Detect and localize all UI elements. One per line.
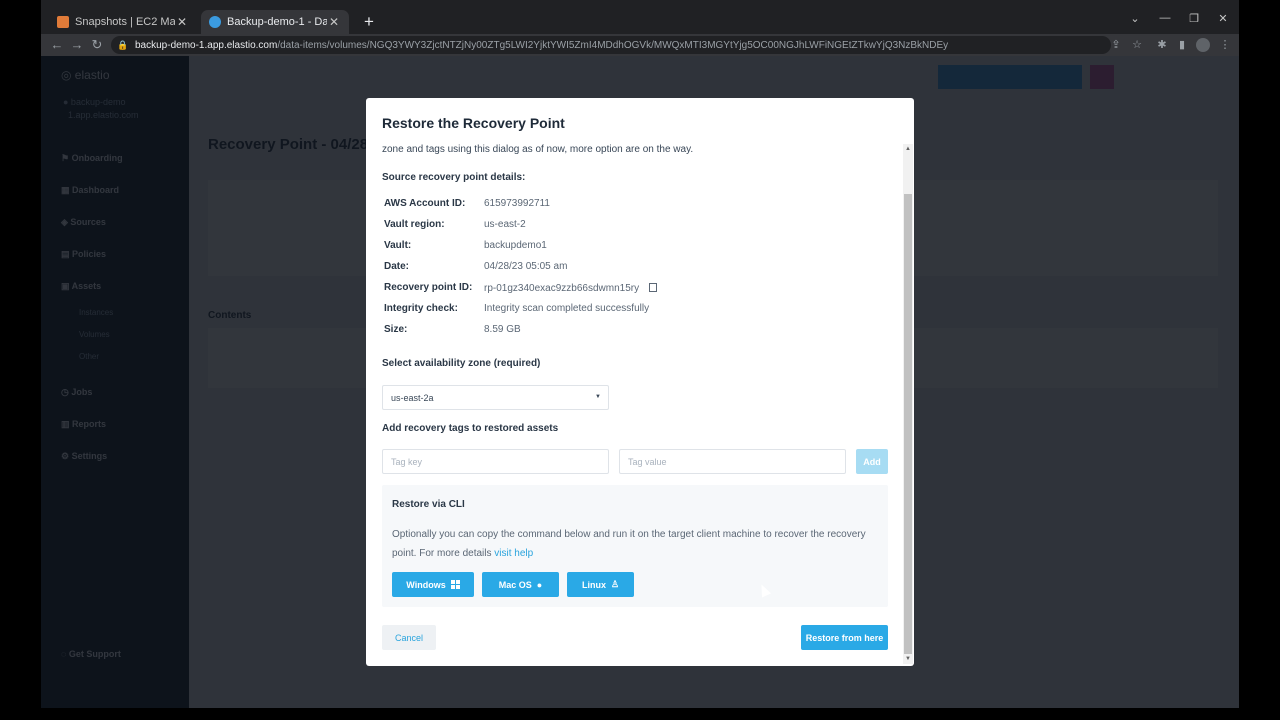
close-tab-icon[interactable]: ✕: [327, 15, 341, 29]
detail-row-recovery-point-id: Recovery point ID: rp-01gz340exac9zzb66s…: [384, 282, 704, 296]
restore-via-cli-panel: Restore via CLI Optionally you can copy …: [382, 485, 888, 607]
tab-ec2-snapshots[interactable]: Snapshots | EC2 Management Co ✕: [49, 10, 197, 34]
tag-key-input[interactable]: [382, 449, 609, 474]
tab-search-icon[interactable]: ⌄: [1128, 12, 1142, 25]
linux-cli-button[interactable]: Linux ♙: [567, 572, 634, 597]
bookmark-star-icon[interactable]: ☆: [1130, 38, 1144, 51]
copy-icon[interactable]: [649, 283, 658, 292]
source-details-heading: Source recovery point details:: [382, 172, 526, 183]
tab-title: Snapshots | EC2 Management Co: [75, 16, 175, 28]
scroll-down-arrow-icon[interactable]: ▼: [903, 656, 913, 662]
browser-menu-icon[interactable]: ⋮: [1218, 38, 1232, 51]
back-icon[interactable]: ←: [49, 37, 65, 52]
forward-icon[interactable]: →: [69, 37, 85, 52]
cancel-button[interactable]: Cancel: [382, 625, 436, 650]
lock-icon: 🔒: [117, 39, 129, 50]
profile-avatar-icon[interactable]: [1196, 38, 1210, 52]
aws-favicon-icon: [57, 16, 69, 28]
detail-label: Date:: [384, 261, 410, 272]
side-panel-icon[interactable]: ▮: [1175, 38, 1189, 51]
minimize-icon[interactable]: —: [1158, 12, 1172, 24]
dropdown-caret-icon: ▼: [595, 394, 601, 400]
macos-button-label: Mac OS: [498, 579, 532, 590]
dialog-scrollbar[interactable]: ▲ ▼: [903, 144, 913, 664]
detail-value: Integrity scan completed successfully: [484, 303, 650, 314]
address-toolbar: ← → ↻ 🔒 backup-demo-1.app.elastio.com/da…: [41, 34, 1239, 56]
tab-bar: Snapshots | EC2 Management Co ✕ Backup-d…: [41, 0, 1239, 34]
detail-value: 04/28/23 05:05 am: [484, 261, 568, 272]
scroll-up-arrow-icon[interactable]: ▲: [903, 146, 913, 152]
detail-label: AWS Account ID:: [384, 198, 466, 209]
extensions-icon[interactable]: ✱: [1155, 38, 1169, 51]
detail-value: 615973992711: [484, 198, 550, 209]
detail-value: 8.59 GB: [484, 324, 521, 335]
close-tab-icon[interactable]: ✕: [175, 15, 189, 29]
recovery-tags-heading: Add recovery tags to restored assets: [382, 423, 559, 434]
restore-window-icon[interactable]: ❐: [1187, 12, 1201, 25]
detail-label: Recovery point ID:: [384, 282, 473, 293]
detail-value: rp-01gz340exac9zzb66sdwmn15ry: [484, 283, 640, 294]
windows-cli-button[interactable]: Windows: [392, 572, 474, 597]
detail-row-size: Size: 8.59 GB: [384, 324, 704, 338]
detail-row-date: Date: 04/28/23 05:05 am: [384, 261, 704, 275]
tab-backup-demo[interactable]: Backup-demo-1 - Data items ✕: [201, 10, 349, 34]
address-bar[interactable]: 🔒 backup-demo-1.app.elastio.com/data-ite…: [111, 36, 1111, 54]
new-tab-icon[interactable]: +: [361, 12, 377, 32]
detail-row-aws-account: AWS Account ID: 615973992711: [384, 198, 704, 212]
detail-row-vault-region: Vault region: us-east-2: [384, 219, 704, 233]
cli-description-text: Optionally you can copy the command belo…: [392, 529, 866, 559]
tag-value-input[interactable]: [619, 449, 846, 474]
scrollbar-thumb[interactable]: [904, 194, 912, 654]
detail-row-vault: Vault: backupdemo1: [384, 240, 704, 254]
restore-recovery-point-dialog: Restore the Recovery Point ▲ ▼ zone and …: [366, 98, 914, 666]
url-host: backup-demo-1.app.elastio.com: [135, 39, 278, 51]
visit-help-link[interactable]: visit help: [494, 548, 533, 559]
macos-cli-button[interactable]: Mac OS ●: [482, 572, 559, 597]
availability-zone-select[interactable]: us-east-2a ▼: [382, 385, 609, 410]
cli-description: Optionally you can copy the command belo…: [392, 525, 882, 563]
share-icon[interactable]: ⇪: [1109, 38, 1123, 51]
add-tag-button[interactable]: Add: [856, 449, 888, 474]
apple-logo-icon: ●: [536, 579, 543, 590]
linux-button-label: Linux: [581, 579, 606, 590]
detail-value: backupdemo1: [484, 240, 547, 251]
detail-label: Vault:: [384, 240, 412, 251]
url-path: /data-items/volumes/NGQ3YWY3ZjctNTZjNy00…: [277, 39, 949, 51]
cli-title: Restore via CLI: [392, 499, 465, 510]
detail-label: Integrity check:: [384, 303, 458, 314]
detail-label: Size:: [384, 324, 408, 335]
elastio-favicon-icon: [209, 16, 221, 28]
dialog-title: Restore the Recovery Point: [382, 115, 565, 131]
windows-logo-icon: [450, 580, 460, 589]
browser-window: Snapshots | EC2 Management Co ✕ Backup-d…: [41, 0, 1239, 708]
detail-value-with-copy: rp-01gz340exac9zzb66sdwmn15ry: [484, 282, 658, 294]
availability-zone-value: us-east-2a: [391, 392, 434, 403]
reload-icon[interactable]: ↻: [89, 37, 105, 53]
availability-zone-heading: Select availability zone (required): [382, 358, 541, 369]
dialog-intro-text: zone and tags using this dialog as of no…: [382, 144, 694, 155]
tab-title: Backup-demo-1 - Data items: [227, 16, 327, 28]
restore-from-here-button[interactable]: Restore from here: [801, 625, 888, 650]
linux-penguin-icon: ♙: [610, 579, 620, 589]
windows-button-label: Windows: [406, 579, 446, 590]
detail-value: us-east-2: [484, 219, 526, 230]
detail-row-integrity-check: Integrity check: Integrity scan complete…: [384, 303, 704, 317]
close-window-icon[interactable]: ✕: [1216, 12, 1230, 25]
detail-label: Vault region:: [384, 219, 445, 230]
